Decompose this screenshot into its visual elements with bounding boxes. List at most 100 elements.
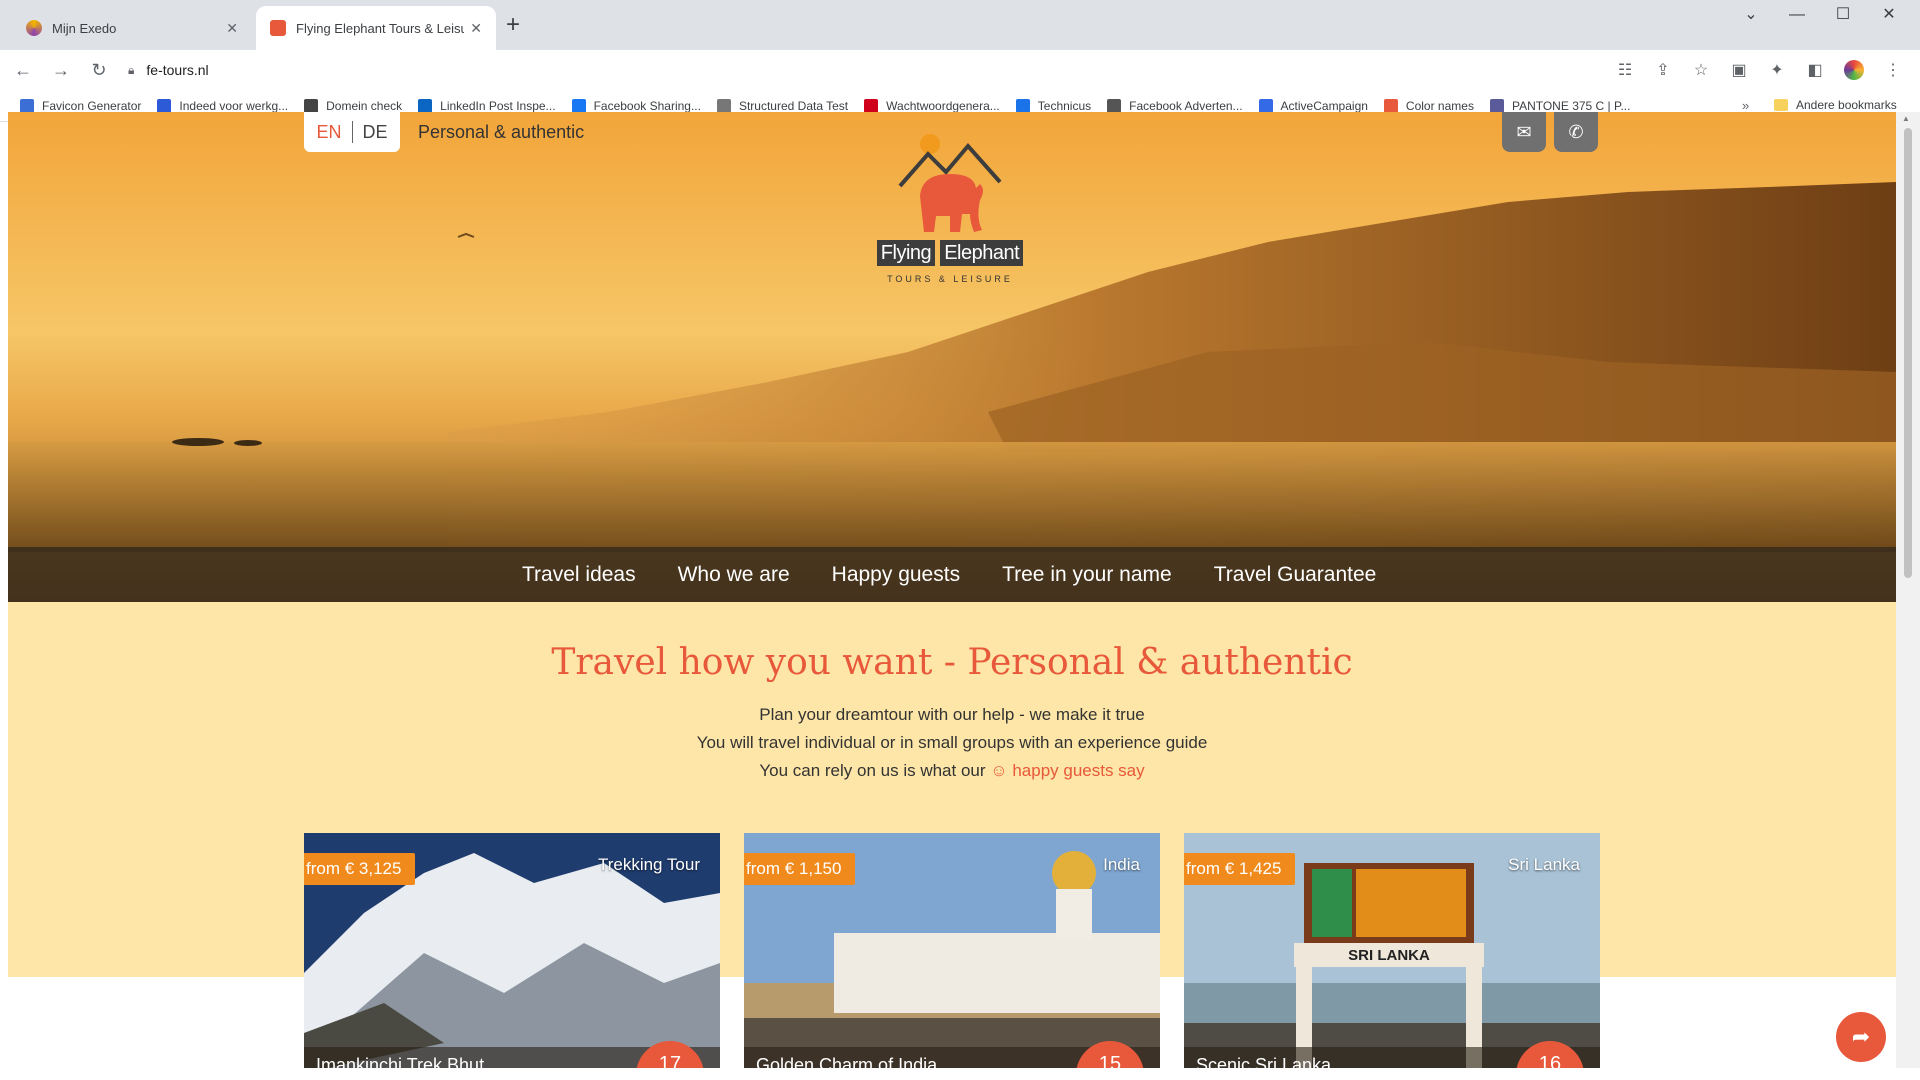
bookmark-label: Color names [1405, 98, 1474, 113]
bookmark-item[interactable]: ActiveCampaign [1258, 98, 1368, 113]
bookmark-label: Technicus [1037, 98, 1092, 113]
new-tab-button[interactable]: + [506, 12, 520, 38]
bookmark-item[interactable]: Structured Data Test [716, 98, 848, 113]
intro-line-3: You can rely on us is what our ☺ happy g… [8, 757, 1896, 785]
other-bookmarks-folder[interactable]: Andere bookmarks [1774, 98, 1897, 112]
url-text: fe-tours.nl [146, 62, 209, 78]
email-button[interactable]: ✉ [1502, 112, 1546, 152]
browser-window: Mijn Exedo ✕ Flying Elephant Tours & Lei… [0, 0, 1920, 1080]
bookmark-label: Indeed voor werkg... [179, 98, 289, 113]
card-title: Golden Charm of India... [756, 1055, 953, 1068]
sign-text: SRI LANKA [1348, 947, 1430, 964]
bookmark-label: PANTONE 375 C | P... [1511, 98, 1631, 113]
bookmark-item[interactable]: Favicon Generator [20, 98, 142, 113]
bookmark-label: Wachtwoordgenera... [886, 98, 1000, 113]
intro-section: Travel how you want - Personal & authent… [8, 602, 1896, 785]
bookmark-label: Favicon Generator [42, 98, 142, 113]
bookmark-favicon-icon [1383, 98, 1398, 113]
lang-de-link[interactable]: DE [363, 122, 388, 143]
camera-icon[interactable]: ▣ [1730, 60, 1748, 80]
bookmark-item[interactable]: Technicus [1015, 98, 1092, 113]
main-navigation: Travel ideas Who we are Happy guests Tre… [8, 547, 1896, 602]
nav-tree-in-your-name[interactable]: Tree in your name [1002, 563, 1172, 587]
bookmarks-more-button[interactable]: » [1742, 98, 1749, 113]
menu-icon[interactable]: ⋮ [1884, 60, 1902, 80]
bookmark-favicon-icon [157, 98, 172, 113]
tour-card[interactable]: from € 3,125 Trekking Tour Imankinchi Tr… [304, 833, 720, 1068]
intro-line-2: You will travel individual or in small g… [696, 733, 1208, 752]
lang-en-link[interactable]: EN [316, 122, 341, 143]
close-window-button[interactable]: ✕ [1866, 4, 1912, 26]
tab-flying-elephant[interactable]: Flying Elephant Tours & Leisure ✕ [256, 6, 496, 50]
elephant-logo-icon [898, 134, 1002, 232]
nav-happy-guests[interactable]: Happy guests [832, 563, 960, 587]
card-category: India [1103, 855, 1140, 874]
bookmark-item[interactable]: PANTONE 375 C | P... [1489, 98, 1631, 113]
bookmark-favicon-icon [716, 98, 731, 113]
sidepanel-icon[interactable]: ◧ [1806, 60, 1824, 80]
language-switcher: EN DE [304, 112, 400, 152]
bookmark-favicon-icon [1489, 98, 1504, 113]
bookmark-item[interactable]: Facebook Adverten... [1107, 98, 1243, 113]
envelope-icon: ✉ [1516, 121, 1532, 142]
profile-icon[interactable] [1844, 60, 1864, 80]
translate-icon[interactable]: ☷ [1616, 60, 1634, 80]
nav-travel-guarantee[interactable]: Travel Guarantee [1214, 563, 1377, 587]
lang-divider [351, 121, 353, 143]
tab-close-icon[interactable]: ✕ [226, 20, 238, 37]
hero-banner: EN DE Personal & authentic ✉ ✆ Flying El… [8, 112, 1896, 602]
tab-search-button[interactable]: ⌄ [1728, 4, 1774, 26]
tour-card[interactable]: from € 1,150 India Golden Charm of India… [744, 833, 1160, 1068]
intro-line-1: Plan your dreamtour with our help - we m… [759, 705, 1145, 724]
nav-who-we-are[interactable]: Who we are [678, 563, 790, 587]
logo-word-elephant: Elephant [940, 240, 1024, 266]
back-button[interactable]: ← [8, 60, 38, 81]
site-logo[interactable]: Flying Elephant TOURS & LEISURE [870, 126, 1030, 286]
phone-icon: ✆ [1568, 121, 1584, 142]
reload-button[interactable]: ↻ [84, 60, 114, 81]
bookmark-favicon-icon [571, 98, 586, 113]
price-badge: from € 3,125 [304, 853, 416, 885]
bookmark-label: Facebook Adverten... [1129, 98, 1243, 113]
tab-mijn-exedo[interactable]: Mijn Exedo ✕ [12, 6, 252, 50]
card-category: Sri Lanka [1508, 855, 1580, 874]
page-scrollbar[interactable]: ▲ [1896, 112, 1920, 1068]
phone-button[interactable]: ✆ [1554, 112, 1598, 152]
logo-word-flying: Flying [876, 240, 936, 266]
nav-travel-ideas[interactable]: Travel ideas [522, 563, 636, 587]
share-icon[interactable]: ⇪ [1654, 60, 1672, 80]
extensions-icon[interactable]: ✦ [1768, 60, 1786, 80]
card-title: Imankinchi Trek Bhut... [316, 1055, 500, 1068]
price-badge: from € 1,150 [744, 853, 856, 885]
scrollbar-thumb[interactable] [1904, 128, 1912, 578]
bookmark-favicon-icon [864, 98, 879, 113]
bookmark-label: Domein check [326, 98, 403, 113]
tab-title: Flying Elephant Tours & Leisure [296, 20, 465, 36]
tab-title: Mijn Exedo [52, 20, 117, 36]
elephant-favicon-icon [270, 20, 286, 36]
page-headline: Travel how you want - Personal & authent… [551, 642, 1353, 683]
tab-close-icon[interactable]: ✕ [470, 20, 482, 37]
bookmark-item[interactable]: Indeed voor werkg... [157, 98, 289, 113]
intro-line-3-text: You can rely on us is what our [759, 761, 986, 780]
toolbar-actions: ☷ ⇪ ☆ ▣ ✦ ◧ ⋮ [1616, 50, 1902, 90]
share-button[interactable]: ➦ [1836, 1012, 1886, 1062]
forward-button[interactable]: → [46, 60, 76, 81]
logo-subtitle: TOURS & LEISURE [887, 274, 1013, 284]
address-bar[interactable]: 🔒︎ fe-tours.nl [118, 54, 1638, 86]
bookmark-item[interactable]: Domein check [304, 98, 403, 113]
page-viewport: EN DE Personal & authentic ✉ ✆ Flying El… [8, 112, 1896, 1068]
bookmark-item[interactable]: Facebook Sharing... [571, 98, 701, 113]
bookmark-favicon-icon [418, 98, 433, 113]
tour-card[interactable]: SRI LANKA from € 1,425 Sri Lanka Scenic … [1184, 833, 1600, 1068]
folder-icon [1774, 99, 1788, 111]
header-tagline: Personal & authentic [418, 122, 585, 142]
bookmark-item[interactable]: Wachtwoordgenera... [864, 98, 1000, 113]
bookmark-item[interactable]: Color names [1383, 98, 1474, 113]
minimize-button[interactable]: — [1774, 4, 1820, 26]
star-icon[interactable]: ☆ [1692, 60, 1710, 80]
scroll-up-arrow-icon[interactable]: ▲ [1902, 114, 1910, 123]
maximize-button[interactable]: ☐ [1820, 4, 1866, 26]
happy-guests-link[interactable]: ☺ happy guests say [990, 761, 1144, 780]
bookmark-item[interactable]: LinkedIn Post Inspe... [418, 98, 556, 113]
